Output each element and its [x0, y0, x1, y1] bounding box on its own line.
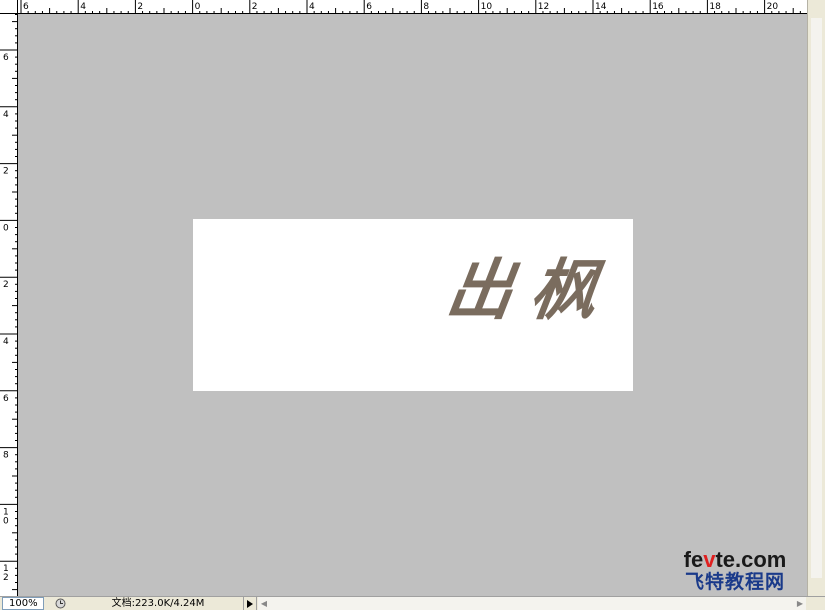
ruler-top-label: 16: [652, 2, 664, 12]
watermark-logo: fevte.com 飞特教程网: [660, 548, 810, 594]
ruler-top-label: 6: [366, 2, 372, 12]
canvas-area[interactable]: 出枫: [18, 14, 807, 596]
ruler-top-label: 6: [23, 2, 29, 12]
watermark-site-name: 飞特教程网: [684, 572, 785, 593]
ruler-left-label: 0: [3, 516, 9, 526]
ruler-top-label: 14: [595, 2, 607, 12]
ruler-left-label: 4: [3, 337, 9, 347]
ruler-left-ticks: 642024681012: [0, 14, 18, 591]
vertical-scrollbar[interactable]: [807, 0, 825, 596]
horizontal-scrollbar[interactable]: ◀ ▶: [258, 597, 806, 610]
ruler-left-label: 6: [3, 53, 9, 63]
ruler-left-label: 6: [3, 394, 9, 404]
ruler-top-label: 12: [538, 2, 549, 12]
ruler-left-label: 2: [3, 167, 9, 177]
history-icon[interactable]: [52, 597, 68, 610]
ruler-corner: [0, 0, 18, 14]
arrow-right-icon[interactable]: ▶: [794, 597, 806, 610]
triangle-right-icon[interactable]: [243, 597, 257, 610]
watermark-domain-c: te.com: [715, 547, 787, 572]
ruler-top-label: 18: [709, 2, 721, 12]
watermark-domain: fevte.com: [660, 548, 810, 572]
watermark-domain-v: v: [703, 547, 716, 572]
ruler-top-label: 4: [80, 2, 86, 12]
ruler-left-label: 4: [3, 110, 9, 120]
status-bar: 100% 文档:223.0K/4.24M ◀ ▶: [0, 596, 825, 610]
ruler-top-label: 2: [137, 2, 143, 12]
arrow-left-icon[interactable]: ◀: [258, 597, 270, 610]
ruler-top[interactable]: 6 4 2 0 2 4 6 8 10 12 14 16 18 20: [18, 0, 807, 14]
ruler-top-label: 10: [481, 2, 493, 12]
zoom-field[interactable]: 100%: [2, 597, 44, 610]
ruler-top-label: 20: [767, 2, 779, 12]
ruler-left-label: 2: [3, 280, 9, 290]
ruler-top-label: 8: [423, 2, 429, 12]
calligraphy-text: 出枫: [441, 251, 621, 329]
ruler-left-label: 0: [3, 223, 9, 233]
document-canvas[interactable]: 出枫: [193, 219, 633, 391]
ruler-left-label: 2: [3, 573, 9, 583]
vertical-scroll-track[interactable]: [811, 18, 822, 578]
ruler-top-label: 4: [309, 2, 315, 12]
ruler-top-label: 2: [252, 2, 258, 12]
watermark-domain-a: fe: [683, 547, 704, 572]
ruler-top-label: 0: [195, 2, 201, 12]
document-info: 文档:223.0K/4.24M: [111, 598, 205, 609]
ruler-top-ticks: 6 4 2 0 2 4 6 8 10 12 14 16 18 20: [20, 0, 801, 14]
ruler-left-label: 8: [3, 451, 9, 461]
ruler-left[interactable]: 642024681012: [0, 14, 18, 596]
